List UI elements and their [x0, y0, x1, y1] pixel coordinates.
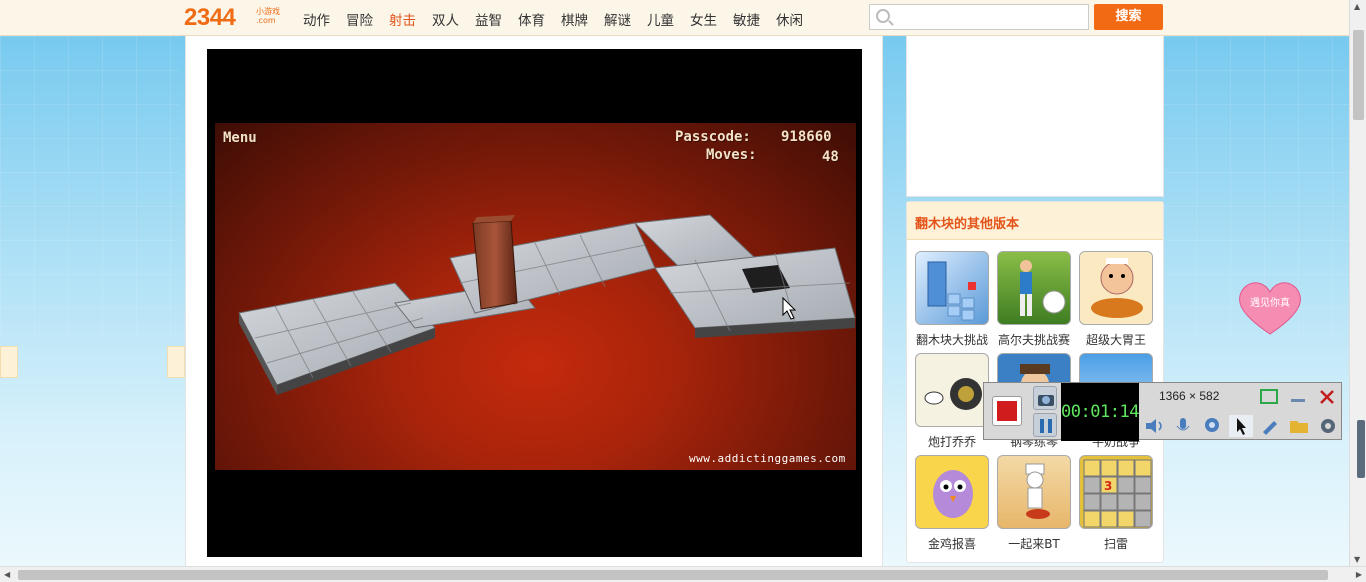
vertical-scroll-thumb[interactable]	[1353, 30, 1364, 120]
nav-adventure[interactable]: 冒险	[346, 9, 373, 29]
floating-ad[interactable]: 遇见你真	[1232, 276, 1308, 338]
game-label: 超级大胃王	[1085, 333, 1146, 347]
game-board	[238, 214, 856, 395]
nav-sports[interactable]: 体育	[518, 9, 545, 29]
scroll-right-icon[interactable]: ▶	[1356, 570, 1362, 579]
passcode-value: 918660	[781, 129, 832, 145]
site-logo[interactable]: 2344	[184, 4, 236, 32]
game-label: 炮打乔乔	[927, 435, 976, 449]
horizontal-scrollbar[interactable]: ◀ ▶	[0, 566, 1366, 582]
blocks-icon	[915, 251, 989, 325]
camera-icon[interactable]	[1033, 386, 1057, 410]
search-icon	[876, 9, 890, 23]
nav-two-player[interactable]: 双人	[432, 9, 459, 29]
minesweeper-icon: 3	[1079, 455, 1153, 529]
game-canvas[interactable]: Menu Passcode: 918660 Moves: 48	[215, 123, 856, 470]
webcam-icon[interactable]	[1200, 415, 1224, 437]
game-tile[interactable]: 3 扫雷	[1079, 455, 1153, 552]
game-credit-url: www.addictinggames.com	[689, 452, 846, 465]
svg-text:3: 3	[1104, 479, 1112, 493]
scroll-left-icon[interactable]: ◀	[4, 570, 10, 579]
search-input[interactable]	[869, 4, 1089, 30]
nav-agility[interactable]: 敏捷	[733, 9, 760, 29]
game-tile[interactable]: 高尔夫挑战赛	[997, 251, 1071, 348]
left-side-tab	[0, 346, 18, 378]
chef-icon	[997, 455, 1071, 529]
site-logo-sub: 小游戏 .com	[256, 7, 280, 25]
capture-dimensions: 1366 × 582	[1159, 389, 1220, 403]
close-icon[interactable]	[1315, 386, 1339, 408]
nav-shooting[interactable]: 射击	[389, 9, 416, 29]
scroll-up-icon[interactable]: ▲	[1354, 2, 1360, 11]
game-tile[interactable]: 金鸡报喜	[915, 455, 989, 552]
top-nav-bar: 2344 小游戏 .com 动作 冒险 射击 双人 益智 体育 棋牌 解谜 儿童…	[0, 0, 1366, 36]
category-nav: 动作 冒险 射击 双人 益智 体育 棋牌 解谜 儿童 女生 敏捷 休闲	[303, 9, 819, 29]
pause-icon[interactable]	[1033, 413, 1057, 437]
cursor-icon[interactable]	[1229, 415, 1253, 437]
background-pattern-left	[0, 36, 180, 336]
eater-icon	[1079, 251, 1153, 325]
game-tile[interactable]: 一起来BT	[997, 455, 1071, 552]
nav-riddle[interactable]: 解谜	[604, 9, 631, 29]
recording-timer: 00:01:14	[1061, 383, 1139, 441]
folder-icon[interactable]	[1287, 415, 1311, 437]
game-tile[interactable]: 超级大胃王	[1079, 251, 1153, 348]
golf-icon	[997, 251, 1071, 325]
nav-girls[interactable]: 女生	[690, 9, 717, 29]
settings-gear-icon[interactable]	[1316, 415, 1340, 437]
left-side-tab-2	[167, 346, 185, 378]
sidebar-ad-area	[906, 36, 1164, 197]
chicken-icon	[915, 455, 989, 529]
pen-icon[interactable]	[1258, 415, 1282, 437]
nav-puzzle[interactable]: 益智	[475, 9, 502, 29]
speaker-icon[interactable]	[1142, 415, 1166, 437]
panel-title: 翻木块的其他版本	[907, 202, 1163, 240]
game-tile[interactable]: 翻木块大挑战	[915, 251, 989, 348]
game-label: 翻木块大挑战	[915, 333, 988, 347]
nav-casual[interactable]: 休闲	[776, 9, 803, 29]
game-label: 高尔夫挑战赛	[997, 333, 1070, 347]
passcode-label: Passcode:	[675, 129, 751, 145]
logo-sub-top: 小游戏	[256, 7, 280, 16]
game-label: 扫雷	[1103, 537, 1128, 551]
record-stop-button[interactable]	[992, 396, 1022, 426]
microphone-icon[interactable]	[1171, 415, 1195, 437]
logo-sub-bottom: .com	[256, 16, 276, 25]
minimize-icon[interactable]	[1286, 386, 1310, 408]
window-mode-icon[interactable]	[1257, 386, 1281, 408]
nav-kids[interactable]: 儿童	[647, 9, 674, 29]
game-tile[interactable]: 炮打乔乔	[915, 353, 989, 450]
game-menu-button[interactable]: Menu	[223, 130, 257, 146]
game-label: 一起来BT	[1008, 537, 1060, 551]
nav-board[interactable]: 棋牌	[561, 9, 588, 29]
side-volume-indicator	[1357, 420, 1365, 478]
recorder-toolbar: 00:01:14 1366 × 582	[983, 382, 1342, 441]
moves-value: 48	[822, 149, 839, 165]
game-label: 金鸡报喜	[927, 537, 976, 551]
search-button[interactable]: 搜索	[1094, 4, 1163, 30]
vertical-scrollbar[interactable]: ▲ ▼	[1349, 0, 1366, 566]
cannon-icon	[915, 353, 989, 427]
scroll-down-icon[interactable]: ▼	[1354, 555, 1360, 564]
moves-label: Moves:	[706, 147, 757, 163]
ad-text: 遇见你真	[1250, 296, 1290, 309]
nav-action[interactable]: 动作	[303, 9, 330, 29]
horizontal-scroll-thumb[interactable]	[18, 570, 1328, 580]
